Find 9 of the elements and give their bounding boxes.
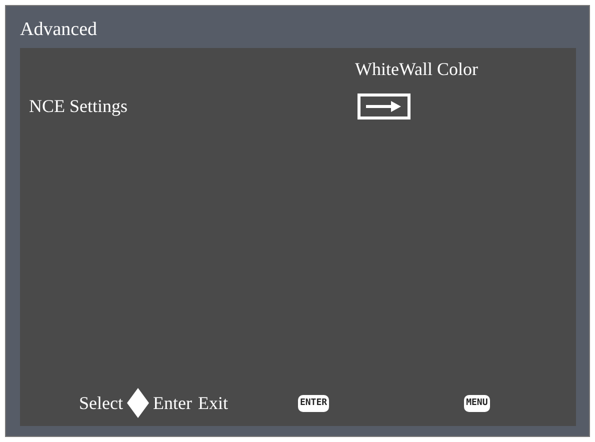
- column-heading: WhiteWall Color: [354, 58, 480, 81]
- menu-title: Advanced: [19, 18, 98, 42]
- hint-text: Exit: [198, 392, 228, 414]
- key-icon: MENU: [464, 394, 490, 412]
- navigation-icon: [126, 388, 149, 418]
- hint-text: Enter: [152, 392, 192, 414]
- hint-text: Select: [79, 392, 123, 414]
- menu-item[interactable]: NCE Settings: [29, 92, 357, 120]
- key-icon: ENTER: [298, 394, 330, 412]
